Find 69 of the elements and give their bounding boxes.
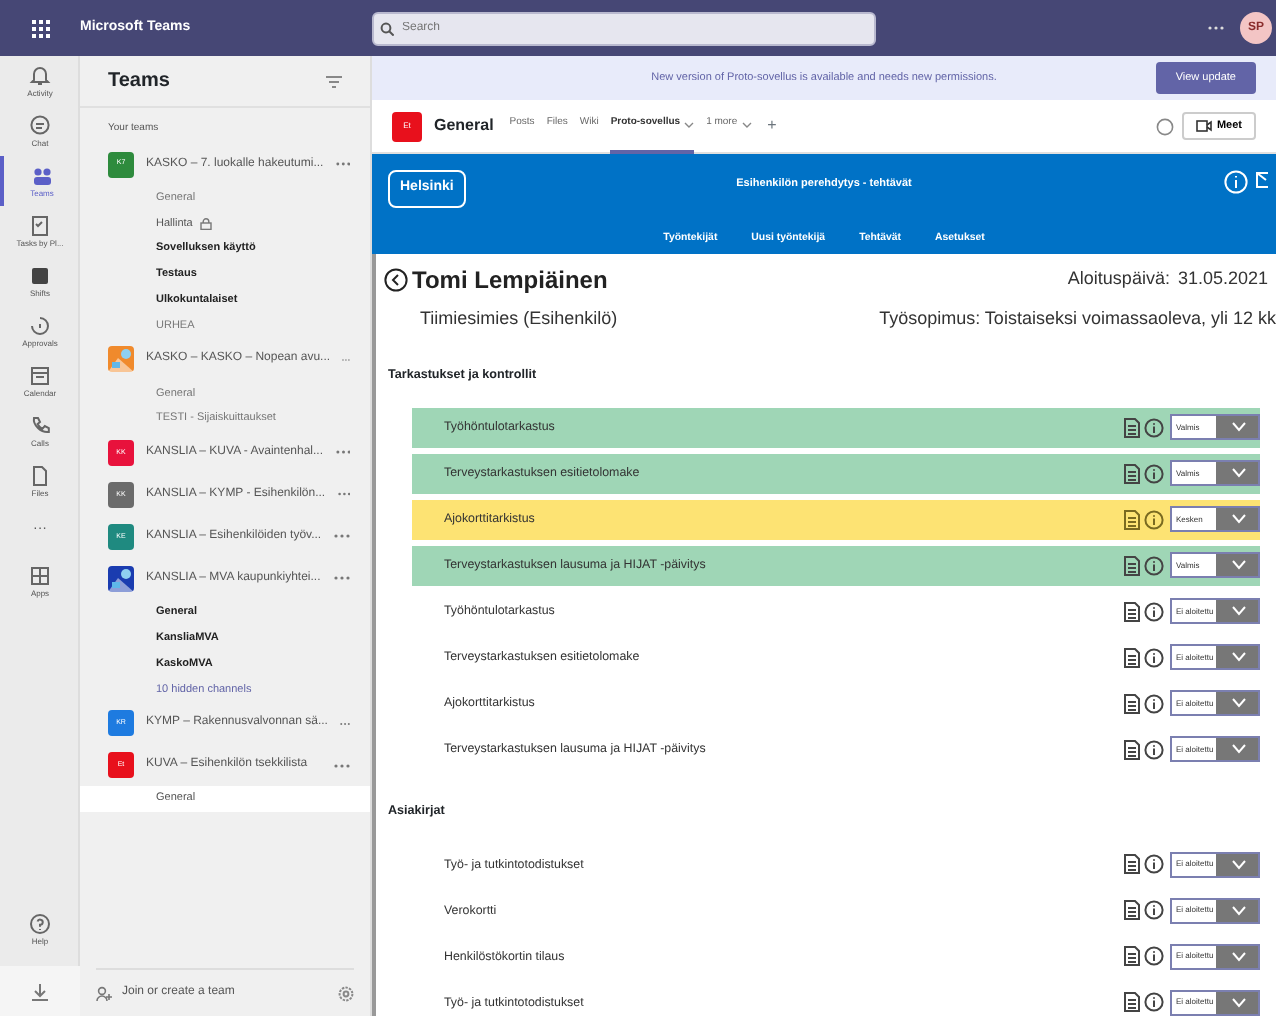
info-icon[interactable] (1144, 900, 1164, 921)
panel-title: Teams (108, 68, 170, 96)
more-options-icon[interactable] (335, 450, 350, 455)
chevron-down-icon (1231, 560, 1246, 571)
chevron-down-icon (1231, 997, 1246, 1008)
document-icon[interactable] (1124, 693, 1140, 714)
search-icon (380, 21, 394, 35)
filter-icon[interactable] (326, 75, 342, 87)
chevron-down-icon (1231, 951, 1246, 962)
document-icon[interactable] (1124, 946, 1140, 967)
document-icon[interactable] (1124, 601, 1140, 622)
info-icon[interactable] (1144, 946, 1164, 967)
download-icon[interactable] (30, 981, 50, 1001)
chevron-down-icon (1231, 514, 1246, 525)
chevron-down-icon (1231, 652, 1246, 663)
more-options-icon[interactable] (334, 534, 350, 539)
chat-icon (28, 113, 52, 137)
info-icon[interactable] (1144, 854, 1164, 875)
info-icon[interactable] (1144, 463, 1164, 484)
chat-icon[interactable] (1156, 117, 1175, 135)
person-role: Tiimiesimies (Esihenkilö) (420, 306, 618, 332)
calendar-icon (28, 363, 52, 387)
info-icon[interactable] (1144, 417, 1164, 438)
teams-icon (30, 163, 54, 187)
more-options-icon[interactable] (334, 576, 350, 581)
app-launcher-icon[interactable] (31, 19, 49, 37)
more-options-icon[interactable] (337, 492, 350, 497)
settings-icon[interactable] (338, 985, 354, 1001)
document-icon[interactable] (1124, 992, 1140, 1013)
document-icon[interactable] (1124, 739, 1140, 760)
chevron-down-icon (1231, 744, 1246, 755)
lock-icon (200, 217, 213, 230)
apps-icon (28, 563, 52, 587)
refresh-icon (28, 313, 52, 337)
info-icon[interactable] (1144, 555, 1164, 576)
channel-title: General (434, 114, 494, 138)
clipboard-icon (28, 213, 52, 237)
file-icon (28, 463, 52, 487)
back-icon[interactable] (384, 268, 408, 292)
document-icon[interactable] (1124, 647, 1140, 668)
start-date-value: 31.05.2021 (1177, 266, 1268, 293)
phone-icon (28, 413, 52, 437)
chevron-down-icon (1231, 468, 1246, 479)
document-icon[interactable] (1124, 900, 1140, 921)
people-add-icon (96, 985, 114, 1001)
chevron-down-icon (1231, 859, 1246, 870)
document-icon[interactable] (1124, 417, 1140, 438)
info-icon[interactable] (1144, 647, 1164, 668)
add-tab-button[interactable]: + (767, 114, 777, 138)
chevron-down-icon (1231, 422, 1246, 433)
info-icon[interactable] (1144, 693, 1164, 714)
document-icon[interactable] (1124, 854, 1140, 875)
chevron-down-icon (1231, 698, 1246, 709)
document-icon[interactable] (1124, 555, 1140, 576)
bell-icon (28, 63, 52, 87)
chevron-down-icon (1231, 905, 1246, 916)
contract-text: Työsopimus: Toistaiseksi voimassaoleva, yli 12 kk (879, 306, 1276, 332)
info-icon[interactable] (1144, 601, 1164, 622)
start-date-label: Aloituspäivä: (1067, 266, 1170, 293)
info-icon[interactable] (1144, 992, 1164, 1013)
info-icon[interactable] (1144, 739, 1164, 760)
document-icon[interactable] (1124, 463, 1140, 484)
person-name: Tomi Lempiäinen (412, 264, 608, 298)
more-options-icon[interactable] (334, 763, 350, 768)
chevron-down-icon (1231, 606, 1246, 617)
info-icon[interactable] (1144, 509, 1164, 530)
document-icon[interactable] (1124, 509, 1140, 530)
help-icon (28, 911, 52, 935)
video-icon (1196, 120, 1213, 132)
